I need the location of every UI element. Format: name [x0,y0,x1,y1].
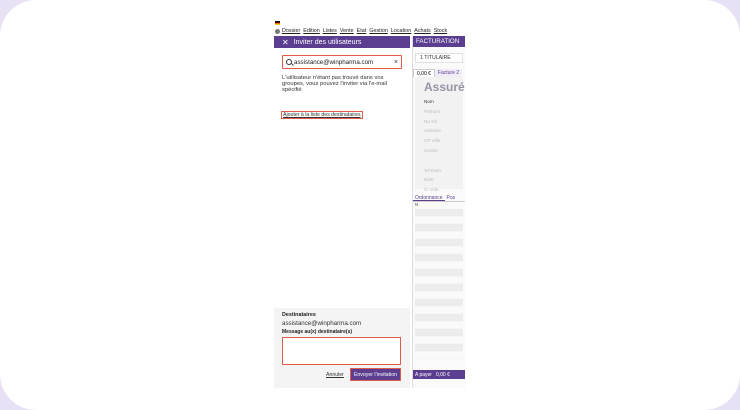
titulaire-field[interactable]: 1 TITULAIRE [415,53,463,63]
table-row[interactable] [415,329,463,337]
field-spacer [424,156,441,166]
field-nom: Nom [424,99,434,104]
screenshot-frame: Dossier Edition Listes Vente Etat Gestio… [0,0,740,410]
field-no-ss: No SS [424,118,438,124]
table-row[interactable] [415,262,463,269]
billing-tabs: 0,00 € Facture 2 [413,69,465,77]
close-icon[interactable]: ✕ [282,38,289,47]
recipient-email: assistance@winpharma.com [282,320,362,327]
menu-stock[interactable]: Stock [434,28,447,34]
menu-gestion[interactable]: Gestion [369,28,388,34]
app-logo-icon [275,28,280,34]
not-found-message: L'utilisateur n'étant pas trouvé dans vo… [282,75,387,94]
table-row[interactable] [415,239,463,247]
table-row[interactable] [415,307,463,314]
invite-users-panel: ✕ Inviter des utilisateurs assistance@wi… [274,36,410,388]
table-row[interactable] [415,232,463,239]
field-prenom: Prénom [424,108,441,114]
recipients-section: Destinataires assistance@winpharma.com M… [274,308,410,388]
message-label: Message au(x) destinataire(s) [282,329,353,335]
table-row[interactable] [415,254,463,262]
menu-dossier[interactable]: Dossier [282,28,300,34]
table-row[interactable] [415,247,463,254]
search-input[interactable]: assistance@winpharma.com × [282,55,402,69]
clear-icon[interactable]: × [394,59,398,66]
add-recipient-link[interactable]: Ajouter à la liste des destinataires [281,111,363,119]
table-row[interactable] [415,352,463,359]
table-row[interactable] [415,277,463,284]
insured-title: Assuré [424,80,465,94]
menu-vente[interactable]: Vente [340,28,354,34]
field-adresse: Adresse [424,128,441,134]
field-tel-dom: Tel Dom [424,167,441,173]
insured-fields: Nom Prénom No SS Adresse CP Ville Centre… [424,97,441,195]
table-row[interactable] [415,217,463,224]
order-tabs: Ordonnance Pos [413,194,465,202]
table-row[interactable] [415,299,463,307]
table-row[interactable] [415,284,463,292]
recipients-title: Destinataires [282,312,316,318]
field-centre: Centre [424,147,438,153]
field-cp-ville: CP Ville [424,138,441,144]
column-header-n: N [415,202,419,207]
table-row[interactable] [415,209,463,217]
tab-pos[interactable]: Pos [445,194,458,201]
table-row[interactable] [415,344,463,352]
field-o-vide: O. vide [424,187,439,193]
table-row[interactable] [415,292,463,299]
table-row[interactable] [415,322,463,329]
order-lines [415,209,463,359]
panel-header: ✕ Inviter des utilisateurs [274,36,410,48]
tab-ordonnance[interactable]: Ordonnance [413,194,445,201]
amount-to-pay-bar: A payer 0,00 € [413,370,465,379]
table-row[interactable] [415,337,463,344]
menu-location[interactable]: Location [391,28,411,34]
pay-amount: 0,00 € [435,371,450,378]
menu-achats[interactable]: Achats [414,28,430,34]
pay-label: A payer [415,371,432,378]
panel-title: Inviter des utilisateurs [293,38,362,46]
app-window: Dossier Edition Listes Vente Etat Gestio… [274,20,465,388]
send-invitation-button[interactable]: Envoyer l'invitation [350,368,401,381]
search-value[interactable]: assistance@winpharma.com [294,59,394,66]
menu-edition[interactable]: Edition [303,28,319,34]
cancel-button[interactable]: Annuler [326,372,344,378]
billing-header: FACTURATION [413,36,465,47]
search-icon [286,59,292,65]
table-row[interactable] [415,224,463,232]
menu-etat[interactable]: Etat [357,28,367,34]
table-row[interactable] [415,314,463,322]
menu-listes[interactable]: Listes [323,28,337,34]
table-row[interactable] [415,269,463,277]
title-bar [274,20,465,26]
menu-bar: Dossier Edition Listes Vente Etat Gestio… [274,26,465,36]
message-textarea[interactable] [282,337,401,365]
billing-panel: FACTURATION 1 TITULAIRE 0,00 € Facture 2… [412,36,465,388]
flag-icon [275,21,280,25]
tab-invoice[interactable]: Facture 2 [434,69,463,77]
insured-box: Assuré Nom Prénom No SS Adresse CP Ville… [415,77,465,192]
field-note: Note [424,177,434,183]
tab-amount[interactable]: 0,00 € [413,69,435,77]
